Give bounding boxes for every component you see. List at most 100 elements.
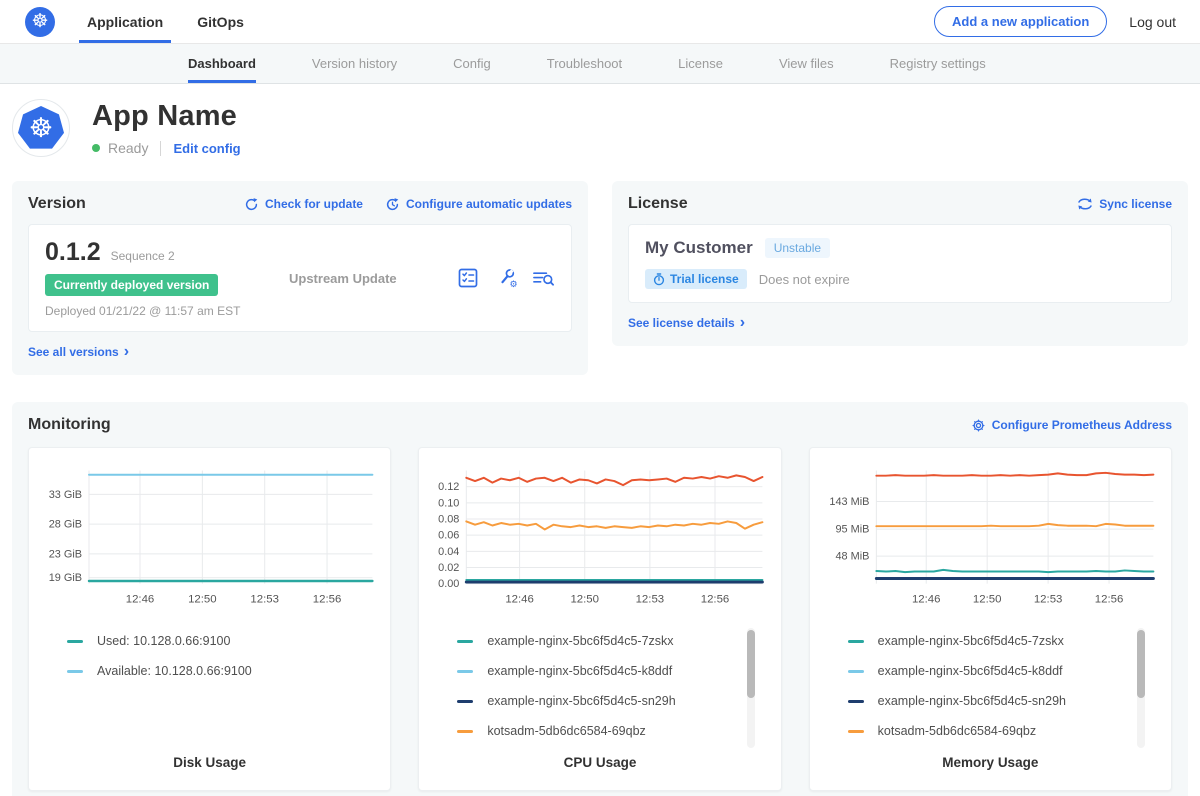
svg-text:28 GiB: 28 GiB: [49, 519, 82, 531]
legend-item: example-nginx-5bc6f5d4c5-k8ddf: [457, 664, 730, 678]
add-application-button[interactable]: Add a new application: [934, 6, 1107, 37]
legend-label: Available: 10.128.0.66:9100: [97, 664, 252, 678]
legend-scrollbar-thumb[interactable]: [1137, 630, 1145, 698]
svg-text:0.10: 0.10: [438, 497, 459, 509]
monitoring-section: Monitoring Configure Prometheus Address …: [12, 402, 1188, 796]
tab-gitops[interactable]: GitOps: [197, 0, 244, 43]
legend-color-dash: [67, 670, 83, 673]
chart-legend: example-nginx-5bc6f5d4c5-7zskx example-ng…: [457, 634, 770, 754]
svg-text:0.12: 0.12: [438, 481, 459, 493]
config-wrench-icon[interactable]: ⚙: [494, 267, 517, 290]
current-version-row: 0.1.2 Sequence 2 Currently deployed vers…: [28, 224, 572, 332]
sequence-label: Sequence 2: [111, 249, 175, 263]
svg-text:0.08: 0.08: [438, 513, 459, 525]
license-card-title: License: [628, 195, 688, 213]
legend-item: Available: 10.128.0.66:9100: [67, 664, 340, 678]
legend-label: example-nginx-5bc6f5d4c5-sn29h: [878, 694, 1066, 708]
legend-label: kotsadm-5db6dc6584-69qbz: [487, 724, 645, 738]
legend-item: Used: 10.128.0.66:9100: [67, 634, 340, 648]
version-card: Version Check for update Configure autom…: [12, 181, 588, 375]
svg-text:12:50: 12:50: [188, 593, 217, 605]
legend-color-dash: [848, 640, 864, 643]
legend-color-dash: [457, 640, 473, 643]
kubernetes-app-icon: ☸: [18, 106, 64, 150]
legend-color-dash: [848, 700, 864, 703]
chart-legend: example-nginx-5bc6f5d4c5-7zskxexample-ng…: [848, 634, 1161, 754]
legend-scrollbar-thumb[interactable]: [747, 630, 755, 698]
configure-automatic-updates-link[interactable]: Configure automatic updates: [385, 197, 572, 212]
svg-text:12:53: 12:53: [250, 593, 279, 605]
svg-text:12:46: 12:46: [912, 593, 941, 605]
topnav-tabs: Application GitOps: [87, 0, 244, 43]
memory-usage-chart: 48 MiB95 MiB143 MiB12:4612:5012:5312:56: [820, 460, 1161, 616]
svg-text:12:46: 12:46: [126, 593, 155, 605]
kubernetes-logo-icon: ☸: [25, 7, 55, 37]
svg-text:23 GiB: 23 GiB: [49, 548, 82, 560]
disk-usage-chart: 19 GiB 23 GiB 28 GiB 33 GiB 12:46 12:50 12:53 1…: [39, 460, 380, 616]
view-files-search-icon[interactable]: [532, 267, 555, 290]
legend-color-dash: [67, 640, 83, 643]
svg-text:33 GiB: 33 GiB: [49, 489, 82, 501]
see-all-versions-link[interactable]: See all versions›: [28, 345, 129, 359]
logout-link[interactable]: Log out: [1129, 14, 1176, 30]
subtab-view-files[interactable]: View files: [779, 44, 834, 83]
svg-text:12:56: 12:56: [313, 593, 342, 605]
topnav-right: Add a new application Log out: [934, 0, 1176, 43]
app-header: ☸ App Name Ready Edit config: [0, 84, 1200, 171]
release-notes-icon[interactable]: [456, 267, 479, 290]
kots-brand[interactable]: ☸: [25, 0, 55, 43]
chart-legend: Used: 10.128.0.66:9100 Available: 10.128.…: [67, 634, 380, 694]
tab-application[interactable]: Application: [87, 0, 163, 43]
legend-scrollbar-track[interactable]: [747, 628, 755, 748]
svg-text:0.04: 0.04: [438, 546, 459, 558]
configure-prometheus-link[interactable]: Configure Prometheus Address: [971, 418, 1172, 433]
chart-title: Disk Usage: [39, 755, 380, 778]
subtab-config[interactable]: Config: [453, 44, 491, 83]
legend-label: Used: 10.128.0.66:9100: [97, 634, 230, 648]
svg-text:0.06: 0.06: [438, 530, 459, 542]
app-sub-navigation: Dashboard Version history Config Trouble…: [0, 44, 1200, 84]
chart-title: CPU Usage: [429, 755, 770, 778]
subtab-troubleshoot[interactable]: Troubleshoot: [547, 44, 622, 83]
svg-text:12:56: 12:56: [701, 593, 730, 605]
license-expiry-text: Does not expire: [759, 272, 850, 287]
check-for-update-link[interactable]: Check for update: [244, 197, 363, 212]
legend-item: kotsadm-5db6dc6584-69qbz: [457, 724, 730, 738]
legend-item: example-nginx-5bc6f5d4c5-7zskx: [457, 634, 730, 648]
stopwatch-icon: [653, 273, 665, 286]
svg-text:143 MiB: 143 MiB: [829, 496, 869, 508]
legend-item: kotsadm-5db6dc6584-69qbz: [848, 724, 1121, 738]
version-number: 0.1.2: [45, 238, 101, 267]
charts-row: 19 GiB 23 GiB 28 GiB 33 GiB 12:46 12:50 12:53 1…: [28, 447, 1172, 791]
sync-license-link[interactable]: Sync license: [1077, 197, 1172, 211]
version-card-title: Version: [28, 195, 86, 213]
subtab-dashboard[interactable]: Dashboard: [188, 44, 256, 83]
subtab-version-history[interactable]: Version history: [312, 44, 397, 83]
currently-deployed-badge: Currently deployed version: [45, 274, 218, 296]
subtab-registry-settings[interactable]: Registry settings: [890, 44, 986, 83]
svg-text:12:50: 12:50: [571, 593, 600, 605]
chevron-right-icon: ›: [124, 347, 129, 357]
svg-text:12:56: 12:56: [1094, 593, 1123, 605]
legend-label: example-nginx-5bc6f5d4c5-sn29h: [487, 694, 675, 708]
clock-refresh-icon: [385, 197, 400, 212]
legend-color-dash: [848, 670, 864, 673]
subtab-license[interactable]: License: [678, 44, 723, 83]
svg-text:19 GiB: 19 GiB: [49, 572, 82, 584]
legend-label: example-nginx-5bc6f5d4c5-7zskx: [487, 634, 673, 648]
legend-label: kotsadm-5db6dc6584-69qbz: [878, 724, 1036, 738]
edit-config-link[interactable]: Edit config: [173, 141, 240, 156]
cpu-usage-card: 0.000.020.040.060.080.100.1212:4612:5012…: [418, 447, 781, 791]
chart-title: Memory Usage: [820, 755, 1161, 778]
see-license-details-link[interactable]: See license details›: [628, 316, 745, 330]
legend-label: example-nginx-5bc6f5d4c5-k8ddf: [487, 664, 672, 678]
legend-scrollbar-track[interactable]: [1137, 628, 1145, 748]
svg-text:12:50: 12:50: [973, 593, 1002, 605]
legend-color-dash: [457, 700, 473, 703]
svg-text:0.00: 0.00: [438, 578, 459, 590]
divider: [160, 141, 161, 156]
svg-text:12:53: 12:53: [1034, 593, 1063, 605]
svg-text:95 MiB: 95 MiB: [835, 524, 869, 536]
cpu-usage-chart: 0.000.020.040.060.080.100.1212:4612:5012…: [429, 460, 770, 616]
svg-text:0.02: 0.02: [438, 562, 459, 574]
